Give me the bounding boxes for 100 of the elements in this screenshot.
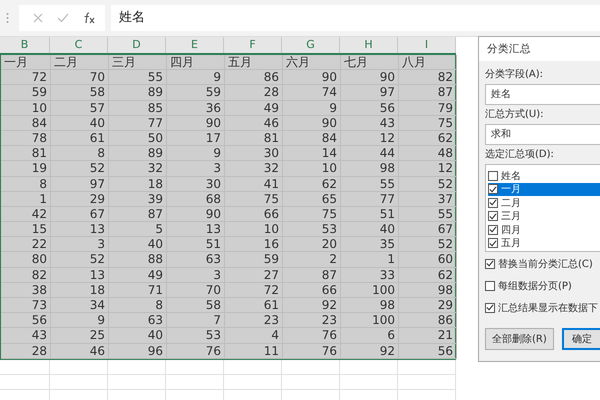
function-icon[interactable] — [83, 12, 97, 24]
empty-cell[interactable] — [50, 360, 108, 375]
checkbox[interactable] — [488, 170, 498, 181]
table-cell: 13 — [51, 222, 109, 238]
table-cell: 49 — [225, 100, 283, 116]
checkbox[interactable] — [488, 184, 498, 194]
checkbox[interactable] — [485, 280, 495, 290]
column-header[interactable]: B — [0, 37, 50, 53]
list-item[interactable]: 二月 — [488, 196, 600, 210]
table-cell: 82 — [399, 70, 457, 86]
column-header[interactable]: G — [282, 37, 340, 53]
table-cell: 52 — [399, 176, 457, 192]
table-cell: 8 — [109, 298, 167, 314]
empty-cell[interactable] — [108, 360, 166, 375]
column-header[interactable]: F — [224, 37, 282, 53]
table-cell: 34 — [51, 298, 109, 314]
table-cell: 28 — [225, 85, 283, 101]
list-item[interactable]: 五月 — [488, 236, 600, 250]
empty-cell[interactable] — [282, 374, 340, 390]
table-cell: 32 — [225, 161, 283, 176]
checkbox[interactable] — [488, 198, 498, 208]
method-select[interactable]: 求和 — [485, 124, 600, 145]
checkbox[interactable] — [488, 224, 498, 235]
table-cell: 59 — [1, 85, 51, 101]
table-cell: 96 — [109, 344, 167, 359]
table-cell: 55 — [341, 176, 399, 192]
table-cell: 5 — [109, 222, 167, 238]
dialog-button[interactable]: 全部删除(R) — [485, 328, 554, 350]
table-cell: 1 — [341, 252, 399, 268]
table-cell: 一月 — [1, 55, 51, 70]
list-item[interactable]: 四月 — [488, 223, 600, 236]
table-cell: 二月 — [51, 55, 109, 70]
table-cell: 三月 — [109, 55, 167, 70]
empty-cell[interactable] — [398, 374, 456, 390]
grip-icon[interactable] — [6, 12, 9, 24]
table-cell: 56 — [399, 344, 457, 359]
table-cell: 73 — [1, 298, 51, 314]
table-cell: 55 — [109, 70, 167, 86]
table-cell: 17 — [167, 130, 225, 146]
checkbox[interactable] — [488, 211, 498, 222]
column-header[interactable]: H — [340, 37, 398, 53]
table-cell: 七月 — [341, 55, 399, 70]
check-icon[interactable] — [57, 13, 69, 23]
table-cell: 74 — [283, 85, 341, 101]
table-cell: 75 — [225, 192, 283, 207]
table-cell: 39 — [109, 192, 167, 207]
list-item[interactable]: 一月 — [488, 182, 600, 196]
table-cell: 29 — [51, 192, 109, 207]
table-cell: 28 — [1, 344, 51, 359]
table-cell: 89 — [109, 146, 167, 162]
table-cell: 10 — [283, 161, 341, 176]
empty-cell[interactable] — [224, 374, 282, 390]
checkbox[interactable] — [485, 302, 495, 312]
table-cell: 9 — [283, 100, 341, 116]
table-cell: 67 — [51, 206, 109, 222]
empty-cell[interactable] — [108, 374, 166, 390]
column-header[interactable]: I — [398, 37, 456, 53]
table-cell: 30 — [225, 146, 283, 162]
table-cell: 38 — [1, 282, 51, 298]
empty-cell[interactable] — [398, 360, 456, 375]
table-cell: 43 — [1, 328, 51, 344]
table-cell: 92 — [341, 344, 399, 359]
table-cell: 16 — [225, 237, 283, 252]
empty-cell[interactable] — [50, 374, 108, 390]
table-cell: 35 — [341, 237, 399, 252]
table-cell: 46 — [51, 344, 109, 359]
table-cell: 46 — [225, 116, 283, 131]
checkbox[interactable] — [485, 258, 495, 268]
table-cell: 89 — [109, 85, 167, 101]
table-cell: 9 — [51, 313, 109, 328]
column-header[interactable]: E — [166, 37, 224, 53]
empty-cell[interactable] — [340, 360, 398, 375]
table-cell: 50 — [109, 130, 167, 146]
empty-cell[interactable] — [224, 360, 282, 375]
group-field-select[interactable]: 姓名 — [485, 84, 600, 105]
list-item[interactable]: 三月 — [488, 210, 600, 223]
table-cell: 12 — [341, 130, 399, 146]
table-cell: 56 — [341, 100, 399, 116]
table-cell: 63 — [109, 313, 167, 328]
empty-cell[interactable] — [0, 374, 50, 390]
table-cell: 23 — [283, 313, 341, 328]
table-cell: 62 — [399, 130, 457, 146]
empty-cell[interactable] — [282, 360, 340, 375]
empty-cell[interactable] — [166, 360, 224, 375]
table-cell: 87 — [109, 206, 167, 222]
dialog-button[interactable]: 确定 — [562, 328, 600, 350]
checkbox[interactable] — [488, 238, 498, 248]
table-cell: 13 — [51, 268, 109, 283]
list-item[interactable]: 姓名 — [488, 169, 600, 182]
table-cell: 10 — [1, 100, 51, 116]
field-label: 分类字段(A): — [485, 68, 544, 82]
empty-cell[interactable] — [340, 374, 398, 390]
empty-cell[interactable] — [0, 360, 50, 375]
empty-cell[interactable] — [166, 374, 224, 390]
formula-input[interactable]: 姓名 — [111, 5, 600, 31]
cancel-icon[interactable] — [33, 13, 43, 23]
field-label: 选定汇总项(D): — [485, 148, 555, 162]
table-cell: 18 — [109, 176, 167, 192]
column-header[interactable]: D — [108, 37, 166, 53]
column-header[interactable]: C — [50, 37, 108, 53]
